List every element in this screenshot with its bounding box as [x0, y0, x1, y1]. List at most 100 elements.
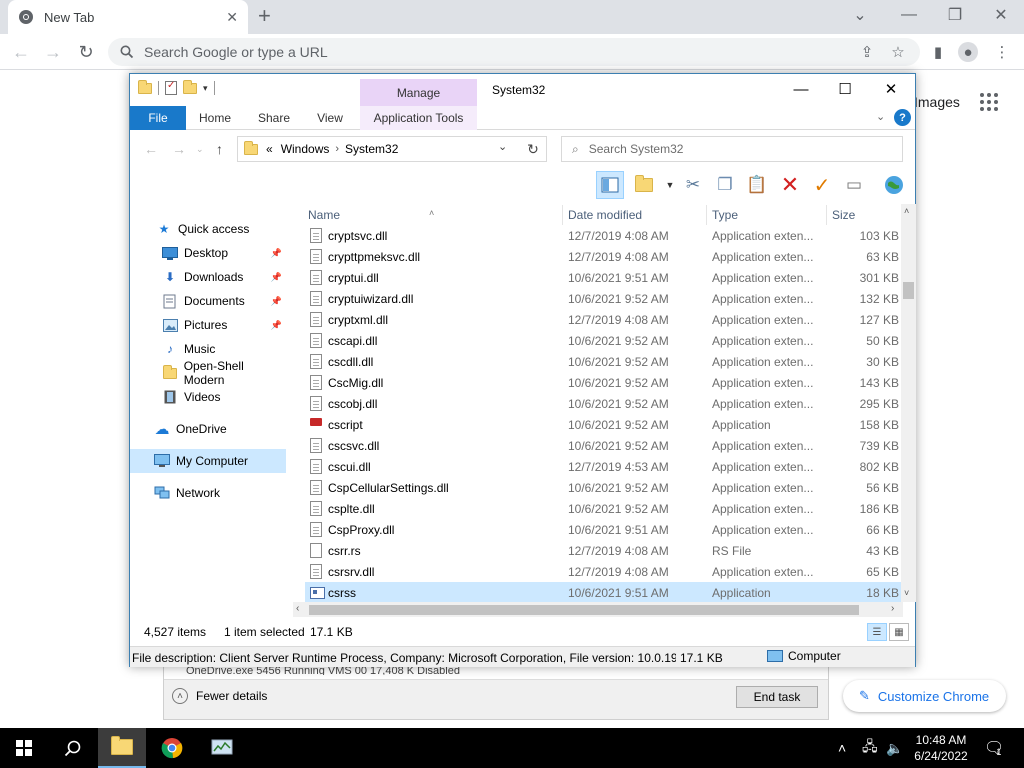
nav-downloads[interactable]: ⬇ Downloads 📌 — [130, 265, 286, 289]
chrome-taskbar-icon[interactable] — [148, 728, 196, 768]
details-view-icon[interactable]: ☰ — [867, 623, 887, 641]
side-panel-icon[interactable]: ▮ — [928, 42, 948, 62]
search-icon[interactable] — [48, 728, 96, 768]
file-explorer-taskbar-icon[interactable] — [98, 728, 146, 768]
file-row[interactable]: cscobj.dll 10/6/2021 9:52 AM Application e… — [305, 393, 903, 414]
nav-desktop[interactable]: Desktop 📌 — [130, 241, 286, 265]
file-row[interactable]: cscript 10/6/2021 9:52 AM Application 158 K… — [305, 414, 903, 435]
file-row[interactable]: cscapi.dll 10/6/2021 9:52 AM Application e… — [305, 330, 903, 351]
file-row[interactable]: crypttpmeksvc.dll 12/7/2019 4:08 AM Applic… — [305, 246, 903, 267]
file-row[interactable]: cscdll.dll 10/6/2021 9:52 AM Application e… — [305, 351, 903, 372]
file-row[interactable]: cryptsvc.dll 12/7/2019 4:08 AM Application… — [305, 225, 903, 246]
forward-icon[interactable]: → — [42, 41, 64, 63]
column-header-name[interactable]: Name — [308, 208, 340, 222]
windows-start-icon[interactable] — [0, 728, 48, 768]
volume-icon[interactable]: 🔈 — [886, 728, 903, 768]
file-row[interactable]: cryptuiwizard.dll 10/6/2021 9:52 AM Applic… — [305, 288, 903, 309]
nav-network[interactable]: Network — [130, 481, 286, 505]
tab-view[interactable]: View — [308, 106, 352, 130]
properties-icon[interactable] — [165, 80, 177, 95]
file-row[interactable]: cscui.dll 12/7/2019 4:53 AM Application ex… — [305, 456, 903, 477]
minimize-button[interactable]: — — [886, 0, 932, 30]
tab-file[interactable]: File — [130, 106, 186, 130]
breadcrumb-overflow[interactable]: « — [266, 142, 273, 156]
address-dropdown-icon[interactable]: ⌄ — [498, 140, 507, 153]
nav-videos[interactable]: Videos — [130, 385, 286, 409]
chevron-right-icon[interactable]: › — [335, 143, 339, 155]
file-row[interactable]: cryptxml.dll 12/7/2019 4:08 AM Application… — [305, 309, 903, 330]
horizontal-scrollbar[interactable]: ‹ › — [293, 602, 903, 617]
pin-icon[interactable]: 📌 — [271, 248, 282, 259]
share-icon[interactable]: ⇪ — [857, 42, 877, 62]
explorer-maximize-button[interactable]: ☐ — [822, 74, 868, 104]
explorer-close-button[interactable]: ✕ — [868, 74, 914, 104]
manage-tab[interactable]: Manage — [360, 79, 477, 106]
chrome-menu-icon[interactable]: ⋮ — [992, 42, 1012, 62]
tray-overflow-icon[interactable]: ˄ — [838, 728, 846, 768]
images-link[interactable]: Images — [914, 94, 960, 110]
new-folder-icon[interactable] — [183, 79, 197, 94]
tab-home[interactable]: Home — [190, 106, 240, 130]
explorer-minimize-button[interactable]: — — [778, 74, 824, 104]
paste-icon[interactable]: 📋 — [743, 171, 771, 199]
tab-share[interactable]: Share — [250, 106, 298, 130]
scroll-down-icon[interactable]: ˅ — [904, 588, 909, 598]
bookmark-star-icon[interactable]: ☆ — [888, 42, 908, 62]
pin-icon[interactable]: 📌 — [271, 272, 282, 283]
file-row[interactable]: csrr.rs 12/7/2019 4:08 AM RS File 43 KB — [305, 540, 903, 561]
nav-documents[interactable]: Documents 📌 — [130, 289, 286, 313]
file-row[interactable]: csrss 10/6/2021 9:51 AM Application 18 KB — [305, 582, 903, 603]
file-row[interactable]: csrsrv.dll 12/7/2019 4:08 AM Application e… — [305, 561, 903, 582]
large-icons-view-icon[interactable]: ▦ — [889, 623, 909, 641]
new-folder-icon[interactable] — [630, 171, 658, 199]
scroll-up-icon[interactable]: ˄ — [904, 206, 909, 216]
new-tab-button[interactable]: + — [258, 4, 271, 28]
scroll-right-icon[interactable]: › — [891, 603, 894, 614]
close-window-button[interactable]: ✕ — [978, 0, 1024, 30]
file-row[interactable]: cscsvc.dll 10/6/2021 9:52 AM Application e… — [305, 435, 903, 456]
close-tab-icon[interactable]: ✕ — [226, 9, 238, 26]
fewer-details-button[interactable]: ˄ Fewer details — [172, 688, 267, 704]
back-icon[interactable]: ← — [10, 41, 32, 63]
rename-check-icon[interactable]: ✓ — [808, 171, 836, 199]
file-row[interactable]: CspCellularSettings.dll 10/6/2021 9:52 AM… — [305, 477, 903, 498]
copy-icon[interactable]: ❐ — [711, 171, 739, 199]
pin-icon[interactable]: 📌 — [271, 320, 282, 331]
profile-avatar-icon[interactable]: ● — [958, 42, 978, 62]
back-icon[interactable]: ← — [144, 141, 158, 157]
google-apps-icon[interactable] — [980, 93, 1000, 113]
file-row[interactable]: csplte.dll 10/6/2021 9:52 AM Application e… — [305, 498, 903, 519]
breadcrumb-system32[interactable]: System32 — [345, 142, 398, 156]
help-icon[interactable]: ? — [894, 109, 911, 126]
file-row[interactable]: CspProxy.dll 10/6/2021 9:51 AM Application… — [305, 519, 903, 540]
customize-qat-icon[interactable]: ▾ — [203, 83, 208, 94]
notifications-icon[interactable]: 🗨 1 — [984, 728, 1004, 768]
task-manager-taskbar-icon[interactable] — [198, 728, 246, 768]
tab-search-icon[interactable]: ⌄ — [837, 0, 883, 30]
up-icon[interactable]: ↑ — [216, 141, 223, 157]
nav-music[interactable]: ♪ Music — [130, 337, 286, 361]
refresh-icon[interactable]: ↻ — [520, 136, 547, 162]
reload-icon[interactable]: ↻ — [75, 41, 97, 63]
preview-pane-icon[interactable] — [596, 171, 624, 199]
scroll-thumb[interactable] — [309, 605, 859, 615]
file-row[interactable]: CscMig.dll 10/6/2021 9:52 AM Application e… — [305, 372, 903, 393]
column-header-size[interactable]: Size — [832, 208, 855, 222]
restore-button[interactable]: ❐ — [932, 0, 978, 30]
nav-my-computer[interactable]: My Computer — [130, 449, 286, 473]
tab-application-tools[interactable]: Application Tools — [360, 106, 477, 130]
nav-onedrive[interactable]: ☁ OneDrive — [130, 417, 286, 441]
column-header-date[interactable]: Date modified — [568, 208, 642, 222]
clock[interactable]: 10:48 AM 6/24/2022 — [906, 732, 976, 764]
tab-new-tab[interactable]: New Tab ✕ — [8, 0, 248, 34]
globe-icon[interactable] — [880, 171, 908, 199]
pin-icon[interactable]: 📌 — [271, 296, 282, 307]
delete-icon[interactable]: ✕ — [776, 171, 804, 199]
nav-quick-access[interactable]: ★ Quick access — [130, 217, 286, 241]
nav-pictures[interactable]: Pictures 📌 — [130, 313, 286, 337]
end-task-button[interactable]: End task — [736, 686, 818, 708]
scroll-thumb[interactable] — [903, 282, 914, 299]
forward-icon[interactable]: → — [172, 141, 186, 157]
cut-icon[interactable]: ✂ — [679, 171, 707, 199]
network-icon[interactable]: 🖧 — [862, 728, 878, 768]
